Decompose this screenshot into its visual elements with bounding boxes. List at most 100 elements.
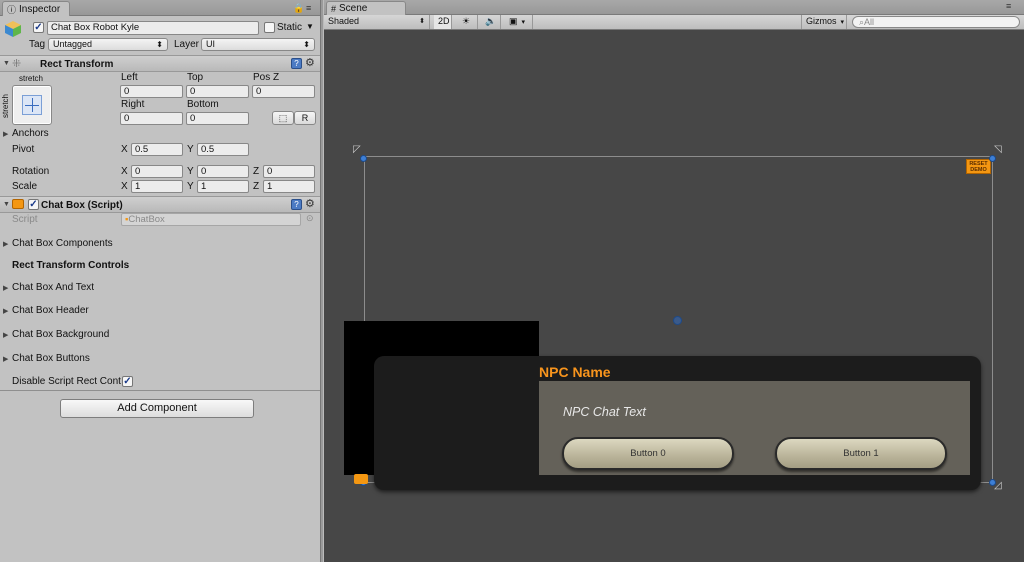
fold-arrow-icon[interactable]: ▶ <box>3 331 8 339</box>
chat-box-script-title: Chat Box (Script) <box>41 200 123 211</box>
fold-arrow-icon[interactable]: ▶ <box>3 130 8 138</box>
pivot-x-field[interactable]: 0.5 <box>131 143 183 156</box>
section-chat-box-buttons[interactable]: Chat Box Buttons <box>12 353 90 364</box>
section-chat-box-and-text[interactable]: Chat Box And Text <box>12 282 94 293</box>
rect-guide-right <box>992 156 993 483</box>
pivot-label: Pivot <box>12 144 35 155</box>
sun-icon: ☀ <box>462 16 471 26</box>
reset-demo-badge[interactable]: RESET DEMO <box>966 159 991 174</box>
fold-arrow-icon[interactable]: ▶ <box>3 240 8 248</box>
scale-y-field[interactable]: 1 <box>197 180 249 193</box>
lighting-toggle[interactable]: ☀ <box>458 15 478 29</box>
anchor-presets-button[interactable] <box>12 85 52 125</box>
chat-script-icon <box>12 199 24 209</box>
inspector-panel: ⓘ Inspector 🔒 ≡ ✓ Chat Box Robot Kyle St… <box>0 0 320 562</box>
gizmos-label: Gizmos <box>806 16 837 26</box>
right-field[interactable]: 0 <box>120 112 183 125</box>
anchor-triangle-icon[interactable]: ◸ <box>353 144 361 155</box>
tab-scene[interactable]: # Scene <box>326 1 406 15</box>
anchors-foldout[interactable]: Anchors <box>12 128 49 139</box>
audio-toggle[interactable]: 🔈 <box>481 15 501 29</box>
tab-inspector-label: Inspector <box>19 4 61 15</box>
fold-arrow-icon[interactable]: ▶ <box>3 355 8 363</box>
anchor-triangle-icon[interactable]: ◹ <box>994 144 1002 155</box>
scene-view[interactable]: # Scene ≡ Shaded ⬍ 2D ☀ 🔈 ▣ ▾ Gizmos ▾ ⌕All… <box>324 0 1024 562</box>
left-field[interactable]: 0 <box>120 85 183 98</box>
object-picker-icon[interactable]: ⊙ <box>306 213 314 224</box>
gear-icon[interactable]: ⚙ <box>305 199 316 210</box>
scale-z-field[interactable]: 1 <box>263 180 315 193</box>
scale-x-field[interactable]: 1 <box>131 180 183 193</box>
bottom-field[interactable]: 0 <box>186 112 249 125</box>
scene-toolbar: Shaded ⬍ 2D ☀ 🔈 ▣ ▾ Gizmos ▾ ⌕All <box>324 15 1024 30</box>
gizmos-dropdown[interactable]: Gizmos ▾ <box>801 15 847 29</box>
shading-mode-value: Shaded <box>328 16 360 26</box>
scene-search-input[interactable]: ⌕All <box>852 16 1020 28</box>
menu-icon[interactable]: ≡ <box>306 3 311 13</box>
script-label: Script <box>12 214 38 225</box>
layer-value: UI <box>206 39 215 49</box>
effects-dropdown[interactable]: ▣ ▾ <box>505 15 533 29</box>
blueprint-mode-button[interactable]: ⬚ <box>272 111 294 125</box>
chat-button-0[interactable]: Button 0 <box>562 437 734 470</box>
chevron-down-icon: ⬍ <box>419 18 425 25</box>
help-icon[interactable]: ? <box>291 58 302 69</box>
menu-icon[interactable]: ≡ <box>1006 1 1011 11</box>
section-chat-box-background[interactable]: Chat Box Background <box>12 329 109 340</box>
static-dropdown-arrow-icon[interactable]: ▼ <box>306 22 314 31</box>
active-checkbox[interactable]: ✓ <box>33 22 44 33</box>
section-chat-box-header[interactable]: Chat Box Header <box>12 305 89 316</box>
object-name-field[interactable]: Chat Box Robot Kyle <box>47 21 259 35</box>
pivot-y-label: Y <box>187 144 194 155</box>
rect-guide-top <box>364 156 992 157</box>
mode-2d-toggle[interactable]: 2D <box>434 15 452 29</box>
bottom-label: Bottom <box>187 99 219 110</box>
tag-dropdown[interactable]: Untagged ⬍ <box>48 38 168 51</box>
anchor-handle-top-right[interactable] <box>989 155 996 162</box>
pivot-y-field[interactable]: 0.5 <box>197 143 249 156</box>
script-value: ChatBox <box>128 214 165 225</box>
posz-label: Pos Z <box>253 72 280 83</box>
disable-script-checkbox[interactable]: ✓ <box>122 376 133 387</box>
gameobject-icon <box>4 20 22 38</box>
npc-chat-text: NPC Chat Text <box>563 405 646 419</box>
top-field[interactable]: 0 <box>186 85 249 98</box>
anchor-stretch-icon <box>22 95 42 115</box>
anchor-triangle-icon[interactable]: ◿ <box>994 480 1002 491</box>
fold-arrow-icon[interactable]: ▼ <box>3 60 10 67</box>
fold-arrow-icon[interactable]: ▼ <box>3 201 10 208</box>
fold-arrow-icon[interactable]: ▶ <box>3 284 8 292</box>
layer-dropdown[interactable]: UI ⬍ <box>201 38 315 51</box>
speaker-icon: 🔈 <box>485 16 497 26</box>
help-icon[interactable]: ? <box>291 199 302 210</box>
raw-edit-button[interactable]: R <box>294 111 316 125</box>
pivot-handle[interactable] <box>673 316 682 325</box>
top-label: Top <box>187 72 204 83</box>
section-chat-box-components[interactable]: Chat Box Components <box>12 238 113 249</box>
chevron-down-icon: ⬍ <box>156 40 163 49</box>
lock-icon[interactable]: 🔒 <box>293 3 304 14</box>
add-component-button[interactable]: Add Component <box>60 399 254 418</box>
rotation-label: Rotation <box>12 166 50 177</box>
shading-mode-dropdown[interactable]: Shaded ⬍ <box>324 15 430 29</box>
chevron-down-icon: ▾ <box>521 19 526 26</box>
npc-name-text: NPC Name <box>539 364 611 380</box>
anchor-preset-side-label: stretch <box>1 93 10 118</box>
tag-value: Untagged <box>53 39 93 49</box>
static-checkbox[interactable] <box>264 22 275 33</box>
tag-label: Tag <box>29 39 46 50</box>
script-enabled-checkbox[interactable]: ✓ <box>28 199 39 210</box>
tab-inspector[interactable]: ⓘ Inspector <box>2 1 70 16</box>
fold-arrow-icon[interactable]: ▶ <box>3 307 8 315</box>
rotation-y-field[interactable]: 0 <box>197 165 249 178</box>
rotation-x-field[interactable]: 0 <box>131 165 183 178</box>
gear-icon[interactable]: ⚙ <box>305 58 316 69</box>
chat-button-1[interactable]: Button 1 <box>775 437 947 470</box>
chat-component-gizmo-icon <box>354 474 368 484</box>
posz-field[interactable]: 0 <box>252 85 315 98</box>
rect-transform-title: Rect Transform <box>40 59 114 70</box>
anchor-handle-top-left[interactable] <box>360 155 367 162</box>
rotation-z-field[interactable]: 0 <box>263 165 315 178</box>
scale-x-label: X <box>121 181 128 192</box>
scale-z-label: Z <box>253 181 260 192</box>
